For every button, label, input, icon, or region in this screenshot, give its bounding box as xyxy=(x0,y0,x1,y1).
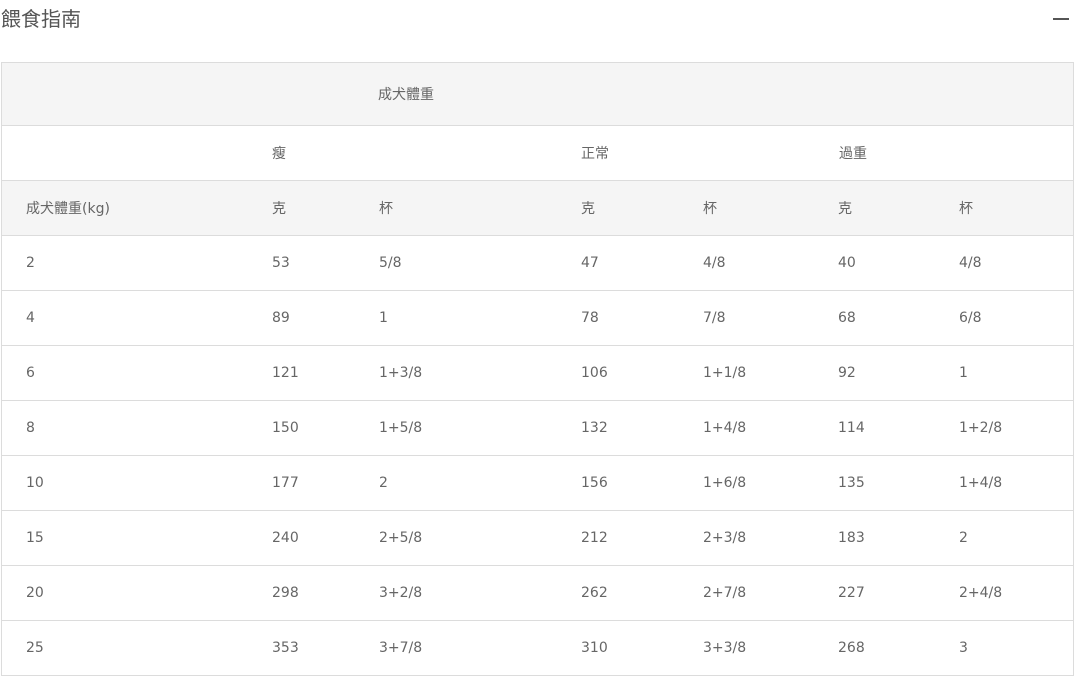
thin-grams-cell: 89 xyxy=(248,290,355,346)
overweight-grams-cell: 68 xyxy=(814,290,935,346)
cups-header-thin: 杯 xyxy=(355,180,557,236)
thin-cups-cell: 2 xyxy=(355,455,557,511)
normal-cups-cell: 2+3/8 xyxy=(679,510,814,566)
normal-grams-cell: 212 xyxy=(557,510,679,566)
weight-cell: 15 xyxy=(2,510,248,566)
empty-cell xyxy=(2,63,248,126)
weight-cell: 20 xyxy=(2,565,248,621)
weight-column-header: 成犬體重(kg) xyxy=(2,180,248,236)
table-row: 25 353 3+7/8 310 3+3/8 268 3 xyxy=(2,620,1073,676)
normal-grams-cell: 47 xyxy=(557,235,679,291)
table-row: 20 298 3+2/8 262 2+7/8 227 2+4/8 xyxy=(2,565,1073,621)
weight-cell: 8 xyxy=(2,400,248,456)
overweight-cups-cell: 1+2/8 xyxy=(935,400,1073,456)
collapse-toggle[interactable] xyxy=(1048,4,1074,32)
overweight-cups-cell: 4/8 xyxy=(935,235,1073,291)
grams-header-thin: 克 xyxy=(248,180,355,236)
overweight-cups-cell: 1+4/8 xyxy=(935,455,1073,511)
normal-cups-cell: 2+7/8 xyxy=(679,565,814,621)
table-row: 4 89 1 78 7/8 68 6/8 xyxy=(2,290,1073,346)
overweight-cups-cell: 1 xyxy=(935,345,1073,401)
table-row: 8 150 1+5/8 132 1+4/8 114 1+2/8 xyxy=(2,400,1073,456)
overweight-grams-cell: 92 xyxy=(814,345,935,401)
normal-grams-cell: 106 xyxy=(557,345,679,401)
normal-cups-cell: 1+4/8 xyxy=(679,400,814,456)
section-title: 餵食指南 xyxy=(1,7,81,31)
normal-cups-cell: 4/8 xyxy=(679,235,814,291)
group-header-row: 成犬體重 xyxy=(2,63,1073,126)
normal-grams-cell: 262 xyxy=(557,565,679,621)
table-row: 2 53 5/8 47 4/8 40 4/8 xyxy=(2,235,1073,291)
weight-cell: 4 xyxy=(2,290,248,346)
overweight-cups-cell: 3 xyxy=(935,620,1073,676)
cups-header-normal: 杯 xyxy=(679,180,814,236)
overweight-grams-cell: 114 xyxy=(814,400,935,456)
grams-header-overweight: 克 xyxy=(814,180,935,236)
feeding-table-container: 成犬體重 瘦 正常 過重 成犬體重(kg) 克 杯 克 杯 克 杯 2 53 5/8… xyxy=(1,62,1074,676)
weight-cell: 25 xyxy=(2,620,248,676)
condition-normal: 正常 xyxy=(557,125,814,181)
normal-cups-cell: 1+1/8 xyxy=(679,345,814,401)
normal-grams-cell: 132 xyxy=(557,400,679,456)
normal-cups-cell: 1+6/8 xyxy=(679,455,814,511)
thin-cups-cell: 1 xyxy=(355,290,557,346)
overweight-grams-cell: 227 xyxy=(814,565,935,621)
condition-overweight: 過重 xyxy=(814,125,1073,181)
weight-cell: 10 xyxy=(2,455,248,511)
thin-cups-cell: 3+7/8 xyxy=(355,620,557,676)
thin-cups-cell: 1+3/8 xyxy=(355,345,557,401)
thin-cups-cell: 2+5/8 xyxy=(355,510,557,566)
normal-grams-cell: 310 xyxy=(557,620,679,676)
normal-cups-cell: 3+3/8 xyxy=(679,620,814,676)
thin-cups-cell: 1+5/8 xyxy=(355,400,557,456)
thin-cups-cell: 5/8 xyxy=(355,235,557,291)
weight-cell: 2 xyxy=(2,235,248,291)
normal-grams-cell: 78 xyxy=(557,290,679,346)
grams-header-normal: 克 xyxy=(557,180,679,236)
thin-grams-cell: 353 xyxy=(248,620,355,676)
normal-grams-cell: 156 xyxy=(557,455,679,511)
group-header-cell: 成犬體重 xyxy=(248,63,1073,126)
thin-grams-cell: 121 xyxy=(248,345,355,401)
minus-icon xyxy=(1053,18,1069,20)
units-row: 成犬體重(kg) 克 杯 克 杯 克 杯 xyxy=(2,180,1073,236)
overweight-grams-cell: 40 xyxy=(814,235,935,291)
table-row: 6 121 1+3/8 106 1+1/8 92 1 xyxy=(2,345,1073,401)
overweight-cups-cell: 2 xyxy=(935,510,1073,566)
condition-thin: 瘦 xyxy=(248,125,557,181)
empty-cell xyxy=(2,125,248,181)
overweight-grams-cell: 268 xyxy=(814,620,935,676)
overweight-cups-cell: 6/8 xyxy=(935,290,1073,346)
thin-grams-cell: 298 xyxy=(248,565,355,621)
feeding-guide-header[interactable]: 餵食指南 xyxy=(0,0,1087,40)
feeding-table: 成犬體重 瘦 正常 過重 成犬體重(kg) 克 杯 克 杯 克 杯 2 53 5/8… xyxy=(2,63,1073,676)
overweight-grams-cell: 183 xyxy=(814,510,935,566)
overweight-cups-cell: 2+4/8 xyxy=(935,565,1073,621)
thin-grams-cell: 150 xyxy=(248,400,355,456)
thin-cups-cell: 3+2/8 xyxy=(355,565,557,621)
table-row: 10 177 2 156 1+6/8 135 1+4/8 xyxy=(2,455,1073,511)
thin-grams-cell: 240 xyxy=(248,510,355,566)
body-condition-row: 瘦 正常 過重 xyxy=(2,125,1073,181)
weight-cell: 6 xyxy=(2,345,248,401)
thin-grams-cell: 53 xyxy=(248,235,355,291)
normal-cups-cell: 7/8 xyxy=(679,290,814,346)
overweight-grams-cell: 135 xyxy=(814,455,935,511)
cups-header-overweight: 杯 xyxy=(935,180,1073,236)
table-row: 15 240 2+5/8 212 2+3/8 183 2 xyxy=(2,510,1073,566)
thin-grams-cell: 177 xyxy=(248,455,355,511)
